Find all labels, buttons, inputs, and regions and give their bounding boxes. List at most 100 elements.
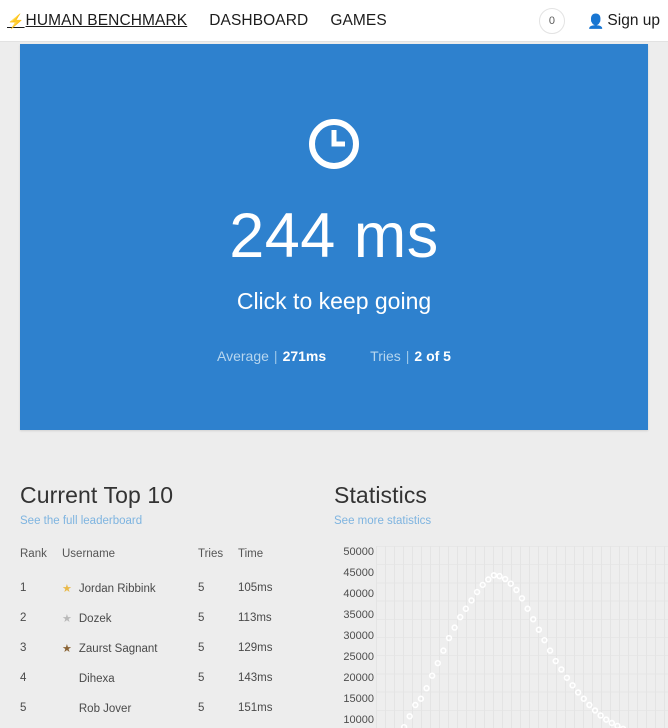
brand-logo[interactable]: ⚡ HUMAN BENCHMARK bbox=[7, 12, 187, 30]
chart-data-point bbox=[451, 624, 458, 631]
tries-label: Tries bbox=[370, 348, 401, 364]
chart-data-point bbox=[406, 713, 413, 720]
cell-time: 143ms bbox=[238, 672, 273, 684]
cell-tries: 5 bbox=[198, 582, 205, 594]
table-row[interactable]: 5★Rob Jover5151ms bbox=[20, 693, 295, 723]
chart-data-point bbox=[541, 636, 548, 644]
chart-data-point bbox=[580, 695, 587, 702]
chart-data-point bbox=[434, 659, 441, 667]
tries-value: 2 of 5 bbox=[414, 348, 451, 364]
table-row[interactable]: 3 ★ Zaurst Sagnant 5 129ms bbox=[20, 633, 295, 663]
table-row[interactable]: 2 ★ Dozek 5 113ms bbox=[20, 603, 295, 633]
cell-time: 105ms bbox=[238, 582, 273, 594]
cell-username: ★ Zaurst Sagnant bbox=[62, 633, 198, 663]
username-label: Jordan Ribbink bbox=[78, 582, 156, 595]
average-stat: Average | 271ms bbox=[217, 348, 326, 364]
chart-data-point bbox=[591, 707, 599, 714]
chart-data-point bbox=[507, 580, 514, 587]
chart-data-point bbox=[524, 605, 531, 612]
nav-link-games[interactable]: GAMES bbox=[330, 12, 386, 30]
chart-data-point bbox=[518, 595, 526, 602]
cell-rank: 2 bbox=[20, 612, 27, 624]
navbar-right: 0 👤 Sign up bbox=[538, 0, 660, 42]
username-label: Dozek bbox=[78, 612, 112, 625]
cell-tries: 5 bbox=[198, 672, 205, 684]
chart-data-point bbox=[608, 719, 616, 727]
navbar: ⚡ HUMAN BENCHMARK DASHBOARD GAMES 0 👤 Si… bbox=[0, 0, 668, 42]
chart-data-point bbox=[457, 613, 464, 621]
username-label: Rob Jover bbox=[78, 702, 132, 715]
chart-data-point bbox=[412, 701, 419, 709]
cell-rank: 5 bbox=[20, 702, 27, 714]
chart-data-point bbox=[586, 701, 593, 709]
nav-link-dashboard[interactable]: DASHBOARD bbox=[209, 12, 308, 30]
chart-data-point bbox=[558, 666, 565, 673]
column-header-time: Time bbox=[238, 548, 264, 560]
score-badge[interactable]: 0 bbox=[538, 8, 565, 34]
chart-y-tick: 45000 bbox=[343, 567, 374, 580]
statistics-chart: 50000 45000 40000 35000 30000 25000 20000 15000… bbox=[334, 546, 668, 728]
chart-points bbox=[400, 572, 627, 728]
chart-data-point bbox=[530, 616, 537, 623]
chart-y-tick: 20000 bbox=[343, 671, 374, 684]
reaction-time-value: 244 ms bbox=[229, 201, 439, 271]
chart-data-point bbox=[490, 572, 498, 579]
column-header-tries: Tries bbox=[198, 548, 224, 560]
lower-content: Current Top 10 See the full leaderboard … bbox=[0, 444, 668, 728]
leaderboard-link[interactable]: See the full leaderboard bbox=[20, 515, 142, 527]
chart-y-tick: 15000 bbox=[343, 692, 374, 705]
chart-data-point bbox=[552, 657, 559, 665]
table-header-row: Rank Username Tries Time bbox=[20, 548, 295, 573]
chart-data-point bbox=[513, 586, 520, 594]
chart-y-axis: 50000 45000 40000 35000 30000 25000 20000 15000… bbox=[334, 546, 374, 728]
reaction-test-panel[interactable]: 244 ms Click to keep going Average | 271… bbox=[20, 44, 648, 430]
column-header-username: Username bbox=[62, 548, 116, 560]
test-subtitle: Click to keep going bbox=[236, 288, 432, 314]
username-label: Dihexa bbox=[78, 672, 115, 685]
chart-y-tick: 30000 bbox=[343, 629, 374, 642]
cell-tries: 5 bbox=[198, 642, 205, 654]
chart-data-point bbox=[496, 572, 503, 580]
test-stats-row: Average | 271ms Tries | 2 of 5 bbox=[217, 348, 451, 364]
cell-username: ★Rob Jover bbox=[62, 693, 198, 723]
column-header-rank: Rank bbox=[20, 548, 47, 560]
rank-star-icon: ★ bbox=[62, 612, 72, 625]
cell-time: 151ms bbox=[238, 702, 273, 714]
clock-icon bbox=[306, 116, 362, 177]
username-label: Zaurst Sagnant bbox=[78, 642, 158, 655]
chart-data-point bbox=[603, 716, 610, 723]
cell-tries: 5 bbox=[198, 702, 205, 714]
table-row[interactable]: 4 ★Dihexa5 143ms bbox=[20, 663, 295, 693]
chart-data-point bbox=[535, 626, 543, 633]
sign-up-label: Sign up bbox=[607, 12, 660, 29]
chart-data-point bbox=[614, 722, 621, 728]
chart-data-point bbox=[563, 674, 571, 681]
chart-data-point bbox=[428, 672, 436, 679]
bolt-icon: ⚡ bbox=[7, 12, 25, 29]
chart-data-point bbox=[462, 605, 470, 612]
rank-star-icon: ★ bbox=[62, 582, 72, 595]
chart-data-point bbox=[501, 575, 509, 583]
average-value: 271ms bbox=[282, 348, 327, 364]
average-label: Average bbox=[217, 348, 269, 364]
cell-username: ★ Jordan Ribbink bbox=[62, 573, 198, 603]
chart-data-point bbox=[485, 576, 492, 583]
cell-username: ★ Dozek bbox=[62, 603, 198, 633]
chart-y-tick: 25000 bbox=[343, 650, 374, 663]
chart-y-tick: 10000 bbox=[343, 713, 374, 726]
cell-tries: 5 bbox=[198, 612, 205, 624]
chart-plot-area bbox=[376, 546, 668, 728]
chart-data-point bbox=[468, 597, 475, 604]
statistics-title: Statistics bbox=[334, 482, 428, 508]
cell-rank: 1 bbox=[20, 582, 27, 594]
tries-separator: | bbox=[405, 348, 410, 364]
statistics-link[interactable]: See more statistics bbox=[334, 515, 431, 527]
leaderboard-table: Rank Username Tries Time 1 ★ Jordan Ribbin… bbox=[20, 548, 295, 723]
person-icon: 👤 bbox=[586, 13, 605, 29]
cell-rank: 4 bbox=[20, 672, 27, 684]
table-row[interactable]: 1 ★ Jordan Ribbink 5 105ms bbox=[20, 573, 295, 603]
chart-y-tick: 50000 bbox=[343, 546, 374, 559]
sign-up-link[interactable]: 👤 Sign up bbox=[587, 12, 660, 30]
brand-label: HUMAN BENCHMARK bbox=[25, 11, 188, 29]
chart-data-point bbox=[423, 685, 430, 692]
